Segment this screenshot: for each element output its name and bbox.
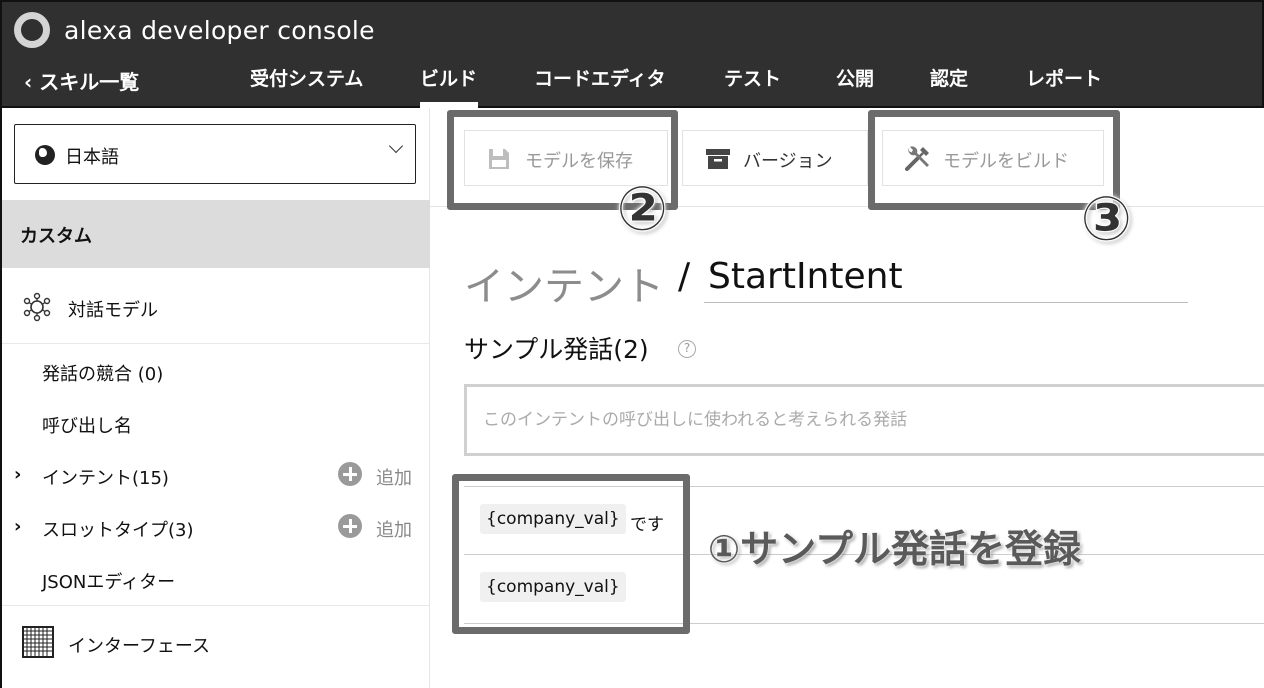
highlight-box-samples: [452, 474, 690, 634]
sidebar-item-label: 呼び出し名: [42, 416, 132, 437]
custom-section-header[interactable]: カスタム: [2, 200, 430, 268]
tab-build[interactable]: ビルド: [420, 64, 477, 94]
tab-certification[interactable]: 認定: [930, 64, 968, 94]
globe-icon: [35, 145, 55, 165]
chevron-right-icon[interactable]: ›: [14, 464, 21, 485]
sidebar: 日本語 カスタム 対話モデル 発話の競合 (0) 呼び出し名 › インテント(1…: [0, 108, 430, 688]
add-slot-type-icon[interactable]: [338, 514, 362, 538]
top-header: alexa developer console ‹ スキル一覧 受付システム ビ…: [0, 0, 1264, 108]
step-1-annotation: ①サンプル発話を登録: [708, 527, 1082, 571]
help-icon[interactable]: ?: [678, 340, 696, 358]
sidebar-divider: [2, 343, 430, 344]
app-title: alexa developer console: [64, 16, 375, 45]
sidebar-item-json-editor[interactable]: JSONエディター: [2, 566, 430, 606]
sidebar-item-label: JSONエディター: [42, 572, 176, 593]
main-content: モデルを保存 バージョン モデルをビルド ② ③ インテント / StartIn…: [430, 108, 1264, 688]
sidebar-item-interaction-model[interactable]: 対話モデル: [2, 284, 430, 342]
tab-code-editor[interactable]: コードエディタ: [534, 64, 666, 94]
sidebar-item-label: 発話の競合 (0): [42, 364, 164, 385]
add-intent-button[interactable]: 追加: [376, 464, 412, 490]
back-to-skills-link[interactable]: ‹ スキル一覧: [24, 66, 139, 95]
chevron-down-icon: [388, 138, 404, 154]
step-2-annotation: ②: [616, 172, 669, 246]
grid-icon: [22, 626, 54, 658]
archive-box-icon: [706, 149, 730, 169]
tab-publish[interactable]: 公開: [836, 64, 874, 94]
add-slot-type-button[interactable]: 追加: [376, 516, 412, 542]
step-3-annotation: ③: [1080, 182, 1133, 256]
sample-utterance-input[interactable]: [464, 384, 1264, 456]
back-link-label: スキル一覧: [39, 70, 140, 94]
sidebar-item-label: スロットタイプ(3): [42, 520, 194, 541]
intent-breadcrumb[interactable]: インテント: [464, 254, 664, 312]
custom-section-label: カスタム: [20, 226, 92, 247]
add-intent-icon[interactable]: [338, 462, 362, 486]
sidebar-item-label: 対話モデル: [68, 300, 158, 321]
sidebar-item-interfaces[interactable]: インターフェース: [2, 618, 430, 674]
breadcrumb-separator: /: [678, 256, 691, 297]
chevron-left-icon: ‹: [24, 70, 33, 94]
sidebar-item-label: インテント(15): [42, 468, 169, 489]
version-label: バージョン: [743, 151, 833, 172]
chevron-right-icon[interactable]: ›: [14, 516, 21, 537]
alexa-logo-icon[interactable]: [14, 12, 50, 48]
sidebar-item-label: インターフェース: [68, 636, 211, 657]
sidebar-item-slot-types[interactable]: › スロットタイプ(3) 追加: [2, 514, 430, 554]
sidebar-item-invocation-name[interactable]: 呼び出し名: [2, 410, 430, 450]
language-select[interactable]: 日本語: [14, 124, 416, 184]
network-gear-icon: [23, 292, 51, 322]
intent-name: StartIntent: [708, 256, 903, 297]
tab-reception-system[interactable]: 受付システム: [250, 64, 363, 94]
sidebar-item-intents[interactable]: › インテント(15) 追加: [2, 462, 430, 502]
sidebar-item-utterance-conflicts[interactable]: 発話の競合 (0): [2, 358, 430, 398]
sidebar-divider: [2, 605, 430, 606]
intent-name-underline: [704, 302, 1188, 303]
tab-test[interactable]: テスト: [724, 64, 781, 94]
version-button[interactable]: バージョン: [682, 130, 868, 186]
tab-reports[interactable]: レポート: [1026, 64, 1102, 94]
sample-utterances-heading: サンプル発話(2): [464, 335, 649, 364]
language-label: 日本語: [65, 147, 119, 168]
